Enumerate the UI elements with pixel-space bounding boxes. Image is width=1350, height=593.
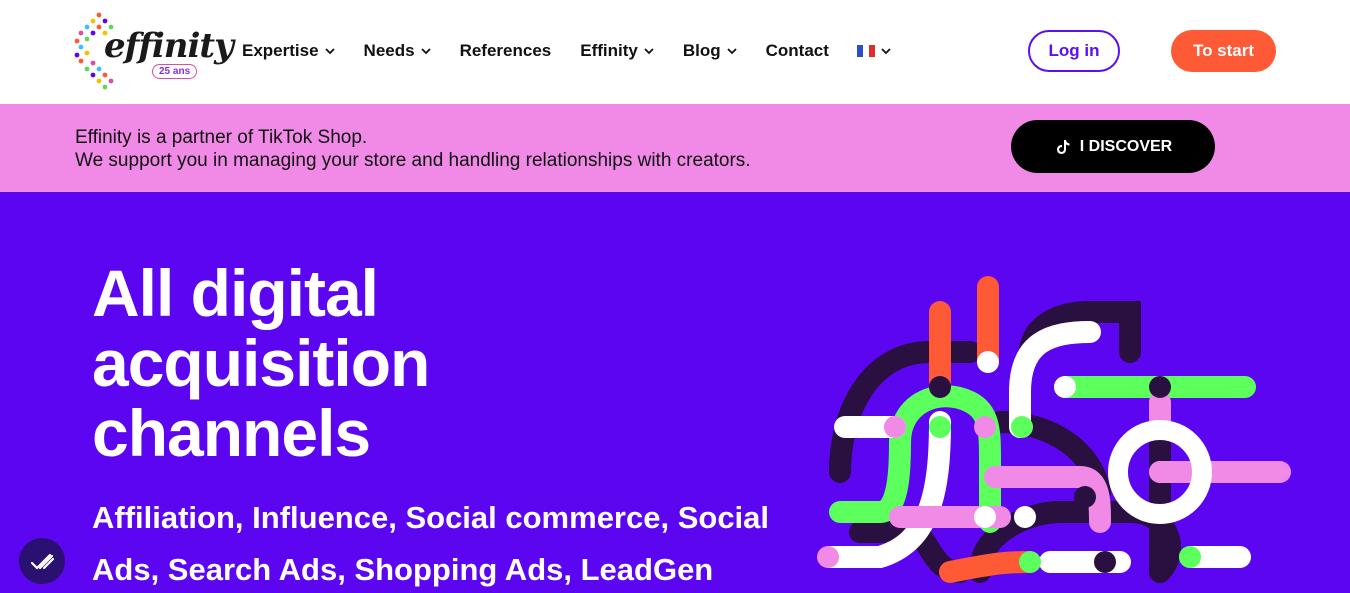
nav-item-label: Needs [363, 41, 415, 60]
hero-title: All digital acquisition channels [92, 256, 430, 470]
french-flag-icon [856, 45, 875, 57]
nav-item-label: References [459, 41, 552, 60]
language-selector[interactable] [856, 40, 891, 62]
anniversary-badge: 25 ans [152, 64, 198, 79]
accessibility-button[interactable] [19, 538, 65, 584]
nav-item-label: Blog [682, 41, 721, 60]
nav-item-expertise[interactable]: Expertise [242, 40, 335, 62]
tiktok-partner-banner: Effinity is a partner of TikTok Shop. We… [0, 104, 1350, 192]
nav-item-references[interactable]: References [460, 40, 552, 62]
chevron-down-icon [727, 48, 737, 55]
banner-text: Effinity is a partner of TikTok Shop. We… [75, 126, 751, 172]
chevron-down-icon [420, 48, 431, 55]
nav-item-contact[interactable]: Contact [766, 40, 829, 62]
banner-line-2: We support you in managing your store an… [75, 150, 751, 171]
nav-item-blog[interactable]: Blog [683, 40, 737, 62]
discover-button[interactable]: I DISCOVER [1011, 120, 1215, 173]
login-button[interactable]: Log in [1028, 30, 1120, 72]
hero-title-line-3: channels [92, 396, 371, 470]
hero-title-line-2: acquisition [92, 326, 430, 400]
nav-item-label: Contact [765, 41, 829, 60]
chevron-down-icon [881, 48, 891, 55]
start-button[interactable]: To start [1171, 30, 1276, 72]
chevron-down-icon [644, 48, 654, 55]
nav-item-needs[interactable]: Needs [364, 40, 431, 62]
effinity-logo[interactable]: effinity 25 ans [74, 10, 234, 92]
discover-button-label: I DISCOVER [1079, 137, 1173, 155]
chevron-down-icon [324, 48, 335, 55]
site-header: effinity 25 ans Expertise Needs Referenc… [0, 0, 1350, 104]
logo-wordmark: effinity [104, 26, 234, 66]
hero-subtitle: Affiliation, Influence, Social commerce,… [92, 500, 770, 587]
hero-title-line-1: All digital [92, 256, 379, 330]
channels-illustration [817, 276, 1291, 583]
main-nav: Expertise Needs References Effinity Blog… [242, 40, 920, 62]
nav-item-label: Expertise [242, 41, 319, 60]
nav-item-effinity[interactable]: Effinity [580, 40, 654, 62]
checkmarks-icon [30, 553, 55, 570]
banner-line-1: Effinity is a partner of TikTok Shop. [75, 127, 368, 148]
hero-section: All digital acquisition channels Affilia… [0, 192, 1350, 593]
nav-item-label: Effinity [580, 41, 638, 60]
tiktok-icon [1056, 139, 1070, 154]
